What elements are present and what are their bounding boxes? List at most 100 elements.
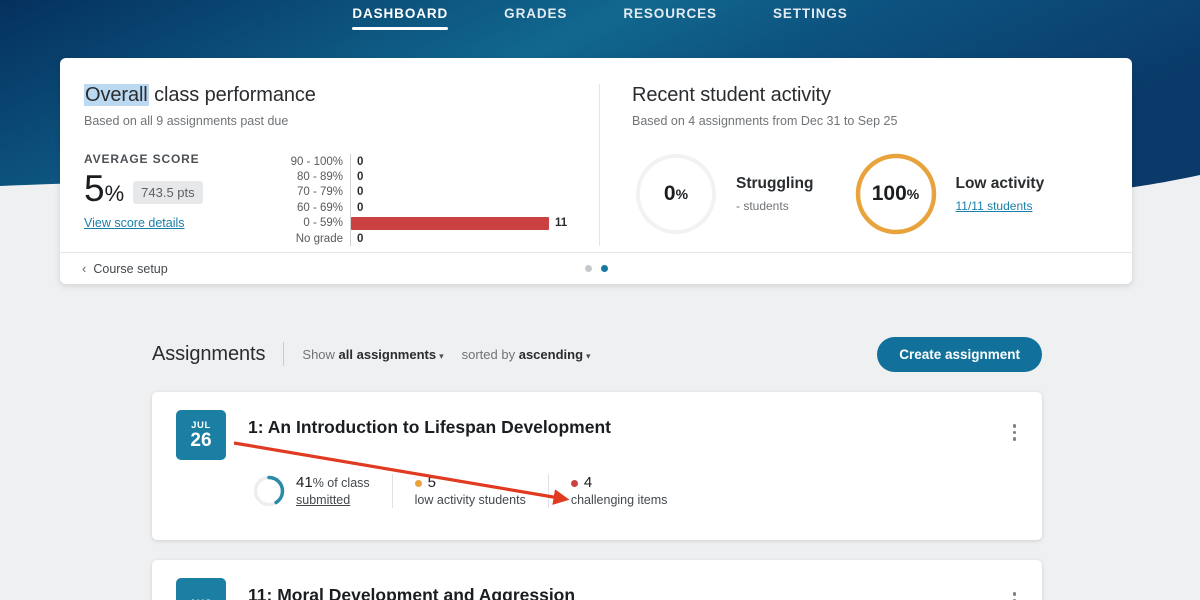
kebab-dot [1013,424,1017,428]
average-score-block: AVERAGE SCORE 5 % 743.5 pts View score d… [84,152,264,246]
assignment-card[interactable]: JUL 26 1: An Introduction to Lifespan De… [152,392,1042,540]
histogram-row-count: 0 [351,171,363,183]
activity-ring-name: Low activity [956,175,1045,193]
assignment-stat-value: 4 [571,474,668,493]
histogram-row-label: 80 - 89% [276,171,350,183]
histogram-row-track: 0 [350,185,575,200]
nav-item-resources[interactable]: RESOURCES [623,0,717,30]
status-bullet-icon [571,480,578,487]
histogram-row-label: 0 - 59% [276,217,350,229]
assignment-stat-value: 41% of class [296,474,370,493]
score-distribution-histogram: 90 - 100%080 - 89%070 - 79%060 - 69%00 -… [264,152,575,246]
recent-activity-panel: Recent student activity Based on 4 assig… [600,84,1132,246]
assignment-stat-number: 4 [584,474,592,491]
average-score-percent-sign: % [105,183,125,207]
assignment-stat-number: 5 [428,474,436,491]
status-bullet-icon [415,480,422,487]
histogram-bar [351,217,549,230]
assignment-stat-value: 5 [415,474,526,493]
ring-percent-number: 0 [664,182,676,206]
assignment-stat-texts: 4 challenging items [571,474,668,508]
nav-label-dashboard: DASHBOARD [352,6,448,21]
dashboard-summary-card: Overall class performance Based on all 9… [60,58,1132,284]
assignment-stats-row: 41% of classsubmitted5low activity stude… [152,474,1042,508]
assignments-heading: Assignments [152,343,265,366]
activity-ring: 0% [632,150,720,238]
nav-item-grades[interactable]: GRADES [504,0,567,30]
histogram-row-label: 90 - 100% [276,156,350,168]
ring-percent-unit: % [676,186,688,202]
nav-label-grades: GRADES [504,6,567,21]
carousel-dot[interactable] [585,265,592,272]
assignment-stat-number: 41 [296,474,313,491]
histogram-row-label: 60 - 69% [276,202,350,214]
progress-ring-svg [252,474,286,508]
sort-filter-dropdown[interactable]: sorted by ascending▾ [462,347,591,362]
assignment-card[interactable]: AUG 11: Moral Development and Aggression [152,560,1042,600]
nav-item-settings[interactable]: SETTINGS [773,0,848,30]
date-badge-month: JUL [191,420,211,431]
assignment-options-menu-icon[interactable] [1009,420,1021,445]
create-assignment-button[interactable]: Create assignment [877,337,1042,372]
histogram-row: 90 - 100%0 [276,154,575,169]
view-score-details-link[interactable]: View score details [84,216,185,230]
assignment-stat: 5 low activity students [415,474,549,508]
assignment-stat-link[interactable]: submitted [296,493,370,509]
ring-percent-number: 100 [872,182,907,206]
nav-item-dashboard[interactable]: DASHBOARD [352,0,448,30]
activity-ring-info: Struggling- students [736,175,814,213]
carousel-pagination [60,265,1132,272]
histogram-row-label: No grade [276,233,350,245]
histogram-row-track: 0 [350,231,575,246]
assignment-date-badge[interactable]: AUG [176,578,226,600]
histogram-row: 60 - 69%0 [276,200,575,215]
average-score-value-row: 5 % 743.5 pts [84,170,264,207]
carousel-dot-active[interactable] [601,265,608,272]
chevron-down-icon: ▾ [586,351,591,361]
histogram-row: No grade0 [276,231,575,246]
nav-label-settings: SETTINGS [773,6,848,21]
assignment-stat-label: challenging items [571,493,668,509]
date-badge-day: 26 [190,431,211,451]
class-performance-title: Overall class performance [84,84,575,107]
average-score-label: AVERAGE SCORE [84,152,264,166]
class-performance-panel: Overall class performance Based on all 9… [60,84,600,246]
score-and-histogram-row: AVERAGE SCORE 5 % 743.5 pts View score d… [84,152,575,246]
sort-filter-prefix: sorted by [462,347,519,362]
main-navigation: DASHBOARD GRADES RESOURCES SETTINGS [0,0,1200,46]
class-performance-subtitle: Based on all 9 assignments past due [84,114,575,128]
assignment-stat-texts: 41% of classsubmitted [296,474,370,508]
assignment-date-badge[interactable]: JUL 26 [176,410,226,460]
activity-ring-info: Low activity 11/11 students [956,175,1045,213]
activity-rings-row: 0% Struggling- students 100% Low activity 11… [632,150,1108,238]
assignment-title[interactable]: 1: An Introduction to Lifespan Developme… [248,417,611,438]
assignment-title[interactable]: 11: Moral Development and Aggression [248,585,575,600]
recent-activity-subtitle: Based on 4 assignments from Dec 31 to Se… [632,114,1108,128]
title-highlighted-word: Overall [84,84,149,106]
histogram-row-label: 70 - 79% [276,186,350,198]
histogram-row-track: 11 [350,216,575,231]
activity-ring-detail-link[interactable]: 11/11 students [956,199,1045,213]
activity-ring-group: 100% Low activity 11/11 students [852,150,1045,238]
activity-ring-detail: - students [736,199,814,213]
activity-ring: 100% [852,150,940,238]
activity-ring-group: 0% Struggling- students [632,150,814,238]
assignment-stat-label: low activity students [415,493,526,509]
assignments-header: Assignments Show all assignments▾ sorted… [152,336,1042,372]
histogram-row-track: 0 [350,200,575,215]
kebab-dot [1013,437,1017,441]
chevron-down-icon: ▾ [439,351,444,361]
submission-progress-ring [252,474,286,508]
assignment-options-menu-icon[interactable] [1009,588,1021,600]
summary-card-footer: ‹ Course setup [60,252,1132,284]
average-score-number: 5 [84,170,105,207]
recent-activity-title: Recent student activity [632,84,1108,107]
histogram-row-track: 0 [350,154,575,169]
show-filter-dropdown[interactable]: Show all assignments▾ [302,347,443,362]
nav-active-indicator [352,27,448,30]
header-divider [283,342,284,366]
show-filter-value: all assignments [339,347,437,362]
assignment-stat-unit: % of class [313,476,370,490]
assignment-card-header: AUG 11: Moral Development and Aggression [152,560,1042,600]
histogram-row-count: 11 [549,217,567,229]
